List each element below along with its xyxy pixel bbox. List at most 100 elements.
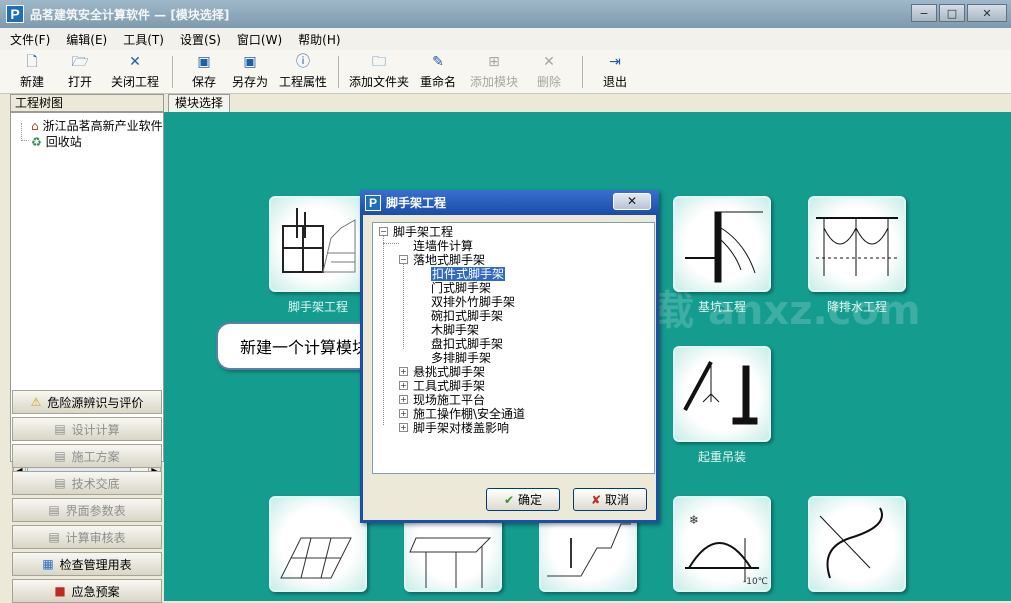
window-controls: − □ ✕	[911, 4, 1007, 22]
parameters-icon: ▤	[48, 503, 60, 517]
tree-node-shed[interactable]: 施工操作棚\安全通道	[413, 407, 525, 421]
delete-icon: ✕	[543, 54, 555, 70]
tree-node-floor-scaffold[interactable]: 落地式脚手架	[413, 253, 485, 267]
curve-icon	[819, 507, 883, 579]
tree-connector	[383, 235, 384, 425]
tree-node-wood-scaffold[interactable]: 木脚手架	[431, 323, 479, 337]
exit-button[interactable]: ⇥ 退出	[603, 53, 627, 91]
expand-icon[interactable]: +	[399, 395, 408, 404]
tree-connector	[403, 263, 404, 349]
rename-icon: ✎	[432, 54, 444, 70]
module-label: 起重吊装	[697, 450, 746, 464]
dialog-close-button[interactable]: ✕	[613, 193, 651, 210]
technical-briefing-button[interactable]: ▤ 技术交底	[12, 471, 162, 495]
briefing-icon: ▤	[54, 476, 66, 490]
module-winter-construction[interactable]: ❄ -10℃	[673, 496, 771, 592]
svg-text:❄: ❄	[689, 513, 699, 527]
menu-tools[interactable]: 工具(T)	[123, 31, 164, 48]
menu-window[interactable]: 窗口(W)	[237, 31, 282, 48]
collapse-icon[interactable]: −	[379, 227, 388, 236]
expand-icon[interactable]: +	[399, 367, 408, 376]
recycle-bin-icon: ♻	[31, 134, 42, 149]
hazard-assessment-button[interactable]: ⚠ 危险源辨识与评价	[12, 390, 162, 414]
module-scaffold[interactable]	[269, 196, 367, 292]
tree-item-project[interactable]: ⌂ 浙江品茗高新产业软件	[31, 117, 163, 134]
module-excavation[interactable]	[673, 196, 771, 292]
close-icon: ✕	[129, 54, 141, 70]
menu-settings[interactable]: 设置(S)	[180, 31, 221, 48]
new-button[interactable]: 🗋 新建	[20, 53, 44, 91]
window-title: 品茗建筑安全计算软件 — [模块选择]	[30, 7, 230, 22]
tree-node-fastener-scaffold[interactable]: 扣件式脚手架	[431, 267, 506, 281]
tree-node-tool-scaffold[interactable]: 工具式脚手架	[413, 379, 485, 393]
save-as-button[interactable]: ▣ 另存为	[232, 53, 268, 91]
title-bar: P 品茗建筑安全计算软件 — [模块选择] − □ ✕	[0, 0, 1011, 28]
module-tree: − 脚手架工程 连墙件计算 − 落地式脚手架 扣件式脚手架 门式脚手架 双排外竹…	[372, 222, 655, 474]
expand-icon[interactable]: +	[399, 409, 408, 418]
open-folder-icon: 🗁	[71, 54, 89, 70]
module-dewatering[interactable]	[808, 196, 906, 292]
tree-node-portal-scaffold[interactable]: 门式脚手架	[431, 281, 491, 295]
scaffold-dialog: P 脚手架工程 ✕ − 脚手架工程 连墙件计算 − 落地式脚手架 扣件式脚手架 …	[360, 190, 659, 523]
inspection-forms-button[interactable]: ▦ 检查管理用表	[12, 552, 162, 576]
tree-connector	[383, 243, 399, 244]
tab-bar: 模块选择	[164, 94, 1011, 112]
add-folder-button[interactable]: 🗀 添加文件夹	[349, 53, 409, 91]
calculator-icon: ▤	[54, 422, 66, 436]
calculation-review-button[interactable]: ▤ 计算审核表	[12, 525, 162, 549]
save-icon: ▣	[197, 54, 211, 70]
minimize-button[interactable]: −	[911, 4, 937, 22]
tree-node-wall-tie[interactable]: 连墙件计算	[413, 239, 473, 253]
module-formwork[interactable]	[269, 496, 367, 592]
menu-file[interactable]: 文件(F)	[10, 31, 50, 48]
scaffold-icon	[282, 208, 356, 273]
emergency-plan-button[interactable]: ■ 应急预案	[12, 579, 162, 603]
maximize-button[interactable]: □	[939, 4, 965, 22]
tree-node-disk-scaffold[interactable]: 盘扣式脚手架	[431, 337, 503, 351]
close-project-button[interactable]: ✕ 关闭工程	[111, 53, 159, 91]
menu-edit[interactable]: 编辑(E)	[66, 31, 107, 48]
cancel-button[interactable]: ✘ 取消	[573, 488, 647, 511]
home-icon: ⌂	[31, 118, 39, 133]
menu-help[interactable]: 帮助(H)	[298, 31, 340, 48]
cross-icon: ✘	[590, 492, 602, 507]
tree-node-scaffold[interactable]: 脚手架工程	[393, 225, 453, 239]
close-button[interactable]: ✕	[967, 4, 1007, 22]
module-label: 脚手架工程	[287, 300, 348, 314]
interface-parameters-button[interactable]: ▤ 界面参数表	[12, 498, 162, 522]
module-curve[interactable]	[808, 496, 906, 592]
module-hoisting[interactable]	[673, 346, 771, 442]
tree-node-bowl-scaffold[interactable]: 碗扣式脚手架	[431, 309, 503, 323]
open-button[interactable]: 🗁 打开	[68, 53, 92, 91]
project-properties-button[interactable]: ⓘ 工程属性	[279, 53, 327, 91]
ok-button[interactable]: ✔ 确定	[486, 488, 560, 511]
save-button[interactable]: ▣ 保存	[192, 53, 216, 91]
expand-icon[interactable]: +	[399, 423, 408, 432]
winter-construction-icon: ❄ -10℃	[685, 513, 768, 587]
construction-plan-button[interactable]: ▤ 施工方案	[12, 444, 162, 468]
rename-button[interactable]: ✎ 重命名	[420, 53, 456, 91]
review-icon: ▤	[48, 530, 60, 544]
new-file-icon: 🗋	[26, 54, 38, 70]
tree-item-recycle-bin[interactable]: ♻ 回收站	[31, 133, 82, 150]
delete-button[interactable]: ✕ 删除	[537, 53, 561, 91]
collapse-icon[interactable]: −	[399, 255, 408, 264]
tree-node-multi-row-scaffold[interactable]: 多排脚手架	[431, 351, 491, 365]
add-module-button[interactable]: ⊞ 添加模块	[470, 53, 518, 91]
hoisting-icon	[683, 361, 758, 425]
tree-node-cantilever[interactable]: 悬挑式脚手架	[413, 365, 485, 379]
module-label: 基坑工程	[697, 300, 746, 314]
document-icon: ▤	[54, 449, 66, 463]
tree-node-platform[interactable]: 现场施工平台	[413, 393, 485, 407]
tree-node-floor-impact[interactable]: 脚手架对楼盖影响	[413, 421, 509, 435]
tab-module-selection[interactable]: 模块选择	[168, 94, 231, 112]
toolbar-separator	[172, 56, 173, 88]
forms-icon: ▦	[42, 557, 54, 571]
app-logo-icon: P	[365, 194, 381, 211]
project-tree-panel: 工程树图 ⌂ 浙江品茗高新产业软件 ♻ 回收站 ◀ ▶ ⚠ 危险源辨识与评价 ▤…	[10, 94, 164, 603]
expand-icon[interactable]: +	[399, 381, 408, 390]
info-icon: ⓘ	[296, 54, 310, 70]
design-calculation-button[interactable]: ▤ 设计计算	[12, 417, 162, 441]
app-logo-icon: P	[6, 5, 24, 23]
tree-node-bamboo-scaffold[interactable]: 双排外竹脚手架	[431, 295, 515, 309]
